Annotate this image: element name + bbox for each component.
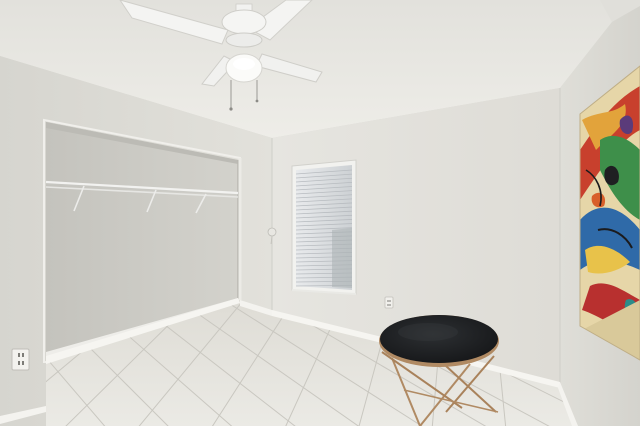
window-blinds-icon (291, 159, 357, 295)
abstract-painting-icon (579, 65, 640, 361)
power-outlet-icon (384, 296, 394, 309)
room-photo (0, 0, 640, 426)
power-outlet-icon (11, 348, 30, 371)
